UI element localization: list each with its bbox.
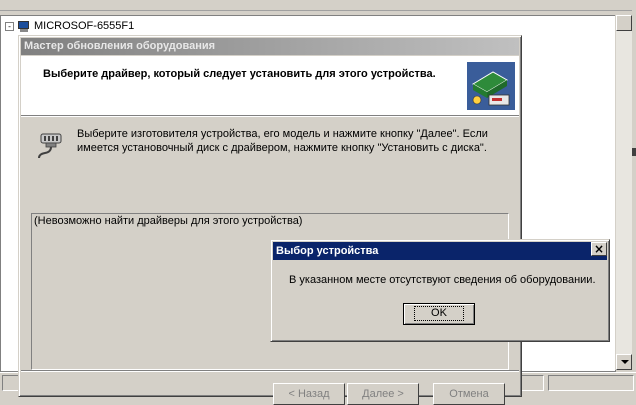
select-device-dialog: Выбор устройства × В указанном месте отс… <box>270 239 610 342</box>
tree-root-label[interactable]: MICROSOF-6555F1 <box>34 20 134 32</box>
view-icon[interactable] <box>166 0 180 8</box>
dialog-title[interactable]: Выбор устройства <box>273 242 607 260</box>
arrow-down-icon <box>621 360 629 364</box>
serial-plug-icon <box>38 133 62 159</box>
edge-shadow <box>632 148 636 156</box>
dialog-message: В указанном месте отсутствуют сведения о… <box>289 274 596 286</box>
cancel-button[interactable]: Отмена <box>433 383 505 405</box>
vertical-scrollbar[interactable] <box>615 15 633 370</box>
print-icon[interactable] <box>112 0 126 8</box>
status-pane-secondary <box>548 375 634 391</box>
update-icon[interactable] <box>230 0 244 8</box>
toolbar <box>0 0 636 11</box>
wizard-title[interactable]: Мастер обновления оборудования <box>21 38 519 55</box>
scan-icon[interactable] <box>198 0 212 8</box>
list-item[interactable]: (Невозможно найти драйверы для этого уст… <box>34 215 302 227</box>
collapse-expander[interactable]: - <box>5 21 14 31</box>
ok-button-label: OK <box>414 306 464 321</box>
hardware-update-wizard: Мастер обновления оборудования Выберите … <box>18 35 522 405</box>
ok-button[interactable]: OK <box>403 303 475 325</box>
hardware-wizard-icon <box>467 62 515 110</box>
help-icon[interactable] <box>144 0 158 8</box>
scroll-down-button[interactable] <box>616 354 632 370</box>
computer-icon <box>17 20 31 32</box>
tree-root-item[interactable]: - MICROSOF-6555F1 <box>5 19 134 33</box>
header-separator <box>21 116 519 117</box>
wizard-header: Выберите драйвер, который следует устано… <box>21 56 519 116</box>
disable-icon[interactable] <box>252 0 266 8</box>
instructions-text: Выберите изготовителя устройства, его мо… <box>77 128 488 154</box>
next-button[interactable]: Далее > <box>347 383 419 405</box>
back-button[interactable]: < Назад <box>273 383 345 405</box>
wizard-heading: Выберите драйвер, который следует устано… <box>43 68 436 80</box>
button-separator <box>21 370 519 372</box>
close-icon[interactable]: × <box>591 242 607 256</box>
scroll-up-button[interactable] <box>616 15 632 31</box>
forward-icon[interactable] <box>26 0 40 8</box>
uninstall-icon[interactable] <box>274 0 288 8</box>
properties-icon[interactable] <box>90 0 104 8</box>
back-icon[interactable] <box>4 0 18 8</box>
window-edge <box>632 0 636 395</box>
up-icon[interactable] <box>60 0 74 8</box>
